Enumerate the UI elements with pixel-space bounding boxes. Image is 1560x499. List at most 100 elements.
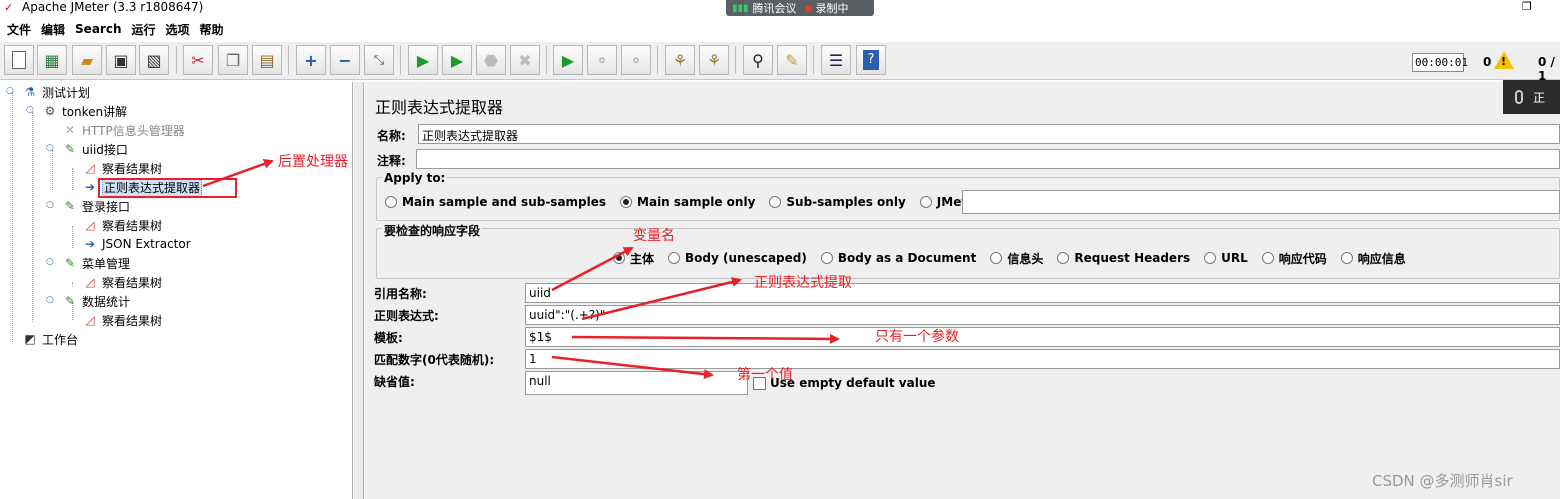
name-field[interactable]: 正则表达式提取器 [418,124,1560,144]
gear-icon: ⚙ [44,104,56,118]
tree-toggle[interactable]: ○ [46,257,54,267]
toggle-button[interactable]: ⤡ [364,45,394,75]
toolbar-separator [657,46,658,74]
radio-sub-only[interactable] [769,196,782,208]
ref-name-field[interactable]: uiid [525,283,1560,303]
function-list-icon: ☰ [828,50,844,70]
field-to-check-options: 主体 Body (unescaped) Body as a Document 信… [613,248,1420,268]
tree-toggle[interactable]: ○ [6,86,14,96]
tree-node-results-tree[interactable]: ◿ 察看结果树 [82,159,162,177]
tree-node-json-extractor[interactable]: ➔ JSON Extractor [82,235,191,253]
radio-main-and-sub[interactable] [385,196,397,208]
toggle-icon: ⤡ [373,52,385,68]
title-bar: ✓ Apache JMeter (3.3 r1808647) ▮▮▮ 腾讯会议 … [0,0,1560,16]
menu-options[interactable]: 选项 [163,21,197,38]
menu-help[interactable]: 帮助 [197,21,231,38]
tree-node-workbench[interactable]: ◩ 工作台 [22,330,78,348]
function-helper-button[interactable]: ☰ [821,45,851,75]
radio-headers[interactable] [990,252,1003,264]
remote-start-button[interactable]: ▶ [553,45,583,75]
pane-splitter[interactable] [354,82,364,499]
tree-node-results-tree[interactable]: ◿ 察看结果树 [82,273,162,291]
search-button[interactable]: ⚲ [743,45,773,75]
tree-node-label: tonken讲解 [62,104,128,119]
radio-body[interactable] [613,252,625,264]
tree-node-label: 察看结果树 [102,275,163,290]
tree-node-results-tree[interactable]: ◿ 察看结果树 [82,311,162,329]
radio-label: 主体 [630,251,655,266]
tree-node-uiid-sampler[interactable]: ✎ uiid接口 [62,140,128,158]
toolbar-separator [735,46,736,74]
tree-node-test-plan[interactable]: ⚗ 测试计划 [22,83,90,101]
radio-main-only[interactable] [620,196,633,208]
tree-node-header-manager[interactable]: ✕ HTTP信息头管理器 [62,121,185,139]
clear-button[interactable]: ⚘ [665,45,695,75]
chart-icon: ◿ [85,313,95,327]
match-no-field[interactable]: 1 [525,349,1560,369]
save-as-button[interactable]: ▧ [139,45,169,75]
menu-edit[interactable]: 编辑 [38,21,72,38]
menu-file[interactable]: 文件 [4,21,38,38]
radio-body-document[interactable] [820,252,833,264]
help-button[interactable]: ? [856,45,886,75]
clear-all-button[interactable]: ⚘ [699,45,729,75]
radio-url[interactable] [1204,252,1217,264]
tree-toggle[interactable]: ○ [46,295,54,305]
cut-button[interactable]: ✂ [183,45,213,75]
tree-toggle[interactable]: ○ [46,143,54,153]
regex-field[interactable]: uuid":"(.+?)" [525,305,1560,325]
start-button[interactable]: ▶ [408,45,438,75]
open-button[interactable]: ▰ [72,45,102,75]
radio-response-message[interactable] [1340,252,1353,264]
tree-node-thread-group[interactable]: ⚙ tonken讲解 [42,102,128,120]
start-icon: ▶ [416,50,430,70]
remote-shutdown-button[interactable]: ⚬ [621,45,651,75]
tree-toggle[interactable]: ○ [26,105,34,115]
tree-node-results-tree[interactable]: ◿ 察看结果树 [82,216,162,234]
new-button[interactable] [4,45,34,75]
tree-node-menu-sampler[interactable]: ✎ 菜单管理 [62,254,130,272]
paste-button[interactable]: ▤ [252,45,282,75]
restore-window-icon[interactable]: ❐ [1522,0,1534,13]
templates-button[interactable]: ▦ [37,45,67,75]
jmeter-logo-icon: ✓ [4,1,14,14]
pipette-icon: ✎ [64,142,76,156]
tree-node-stats-sampler[interactable]: ✎ 数据统计 [62,292,130,310]
chart-icon: ◿ [85,275,95,289]
radio-request-headers[interactable] [1057,252,1070,264]
tree-node-label: 察看结果树 [102,218,163,233]
warning-count: 0 [1483,55,1492,69]
regex-label: 正则表达式: [374,309,439,323]
default-value-label: 缺省值: [374,375,415,389]
voice-caption-chip[interactable]: 正 [1503,80,1560,114]
warning-icon[interactable]: ! [1494,51,1514,69]
jmeter-variable-field[interactable] [962,190,1560,214]
microphone-icon [1515,90,1523,104]
template-field[interactable]: $1$ [525,327,1560,347]
shutdown-button[interactable]: ✖ [510,45,540,75]
save-button[interactable]: ▣ [106,45,136,75]
save-icon: ▣ [113,50,129,70]
default-value-field[interactable]: null [525,371,748,395]
tree-node-login-sampler[interactable]: ✎ 登录接口 [62,197,130,215]
expand-icon: + [304,50,318,70]
copy-button[interactable]: ❐ [218,45,248,75]
tree-toggle[interactable]: ○ [46,200,54,210]
reset-search-button[interactable]: ✎ [777,45,807,75]
comment-field[interactable] [416,149,1560,169]
expand-all-button[interactable]: + [296,45,326,75]
wrench-icon: ✕ [64,123,76,137]
radio-jmeter-variable[interactable] [919,196,932,208]
comment-label: 注释: [377,154,406,168]
arrow-icon: ➔ [84,180,96,194]
start-no-pause-button[interactable]: ▶ [442,45,472,75]
radio-response-code[interactable] [1261,252,1274,264]
menu-run[interactable]: 运行 [128,21,162,38]
remote-stop-button[interactable]: ⚬ [587,45,617,75]
menu-search[interactable]: Search [72,22,128,36]
tree-node-regex-extractor[interactable]: ➔ 正则表达式提取器 [82,177,203,197]
meeting-indicator[interactable]: ▮▮▮ 腾讯会议 录制中 [726,0,874,16]
collapse-all-button[interactable]: − [330,45,360,75]
radio-body-unescaped[interactable] [668,252,681,264]
stop-button[interactable]: ⬣ [476,45,506,75]
